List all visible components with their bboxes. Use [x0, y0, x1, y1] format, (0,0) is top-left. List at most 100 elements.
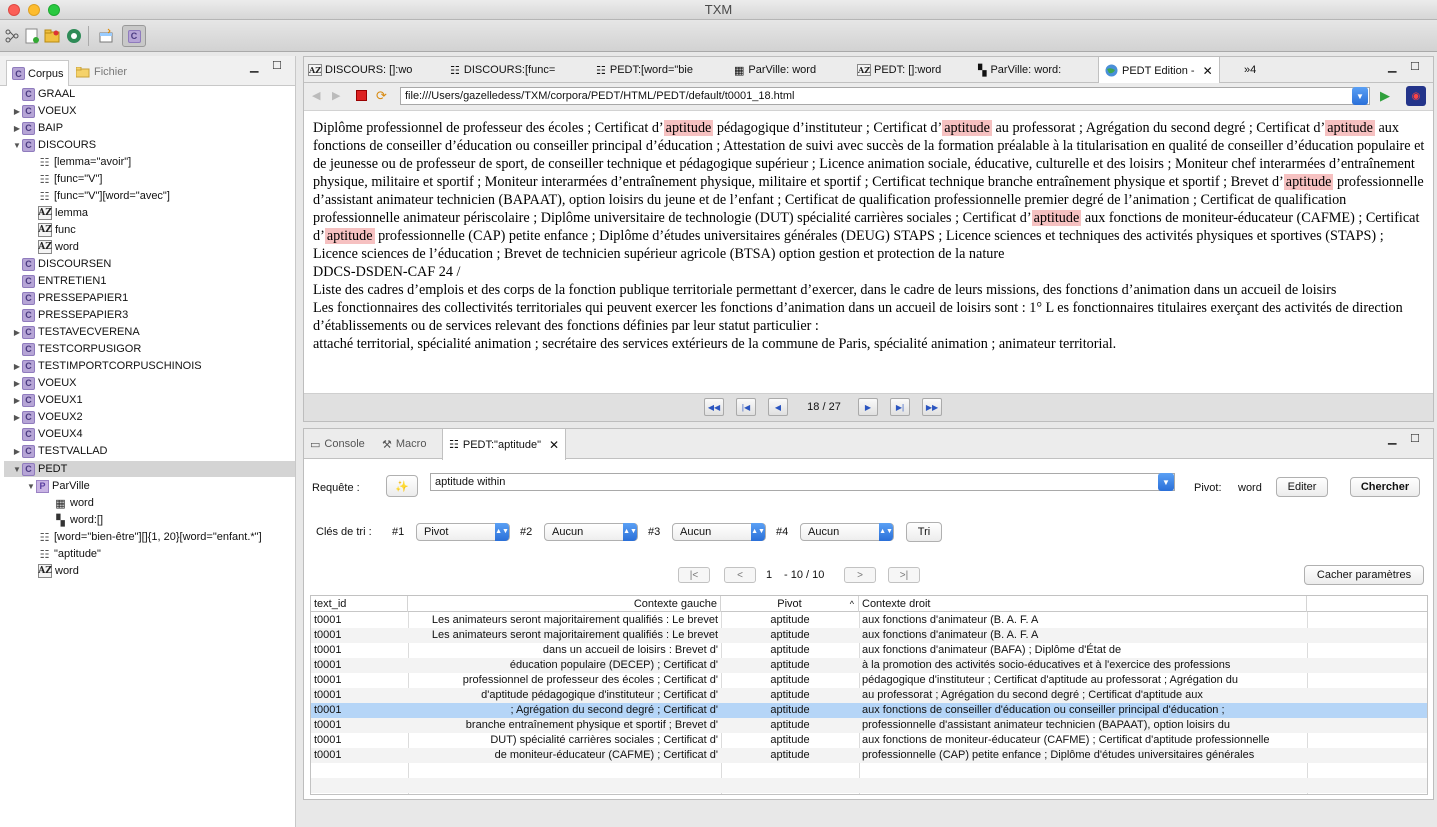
tree-node-entretien1[interactable]: C ENTRETIEN1	[12, 273, 106, 289]
table-row[interactable]: t0001 Les animateurs seront majoritaireme…	[311, 613, 1427, 628]
go-icon[interactable]: ▶	[1380, 88, 1390, 104]
last-page-button[interactable]: >|	[888, 567, 920, 583]
tree-node-voeux4[interactable]: C VOEUX4	[12, 426, 83, 442]
maximize-icon[interactable]: ☐	[1410, 432, 1420, 445]
first-page-button[interactable]: |◀	[736, 398, 756, 416]
eclipse-icon[interactable]: ◉	[1406, 86, 1426, 106]
sort-key-4-select[interactable]: Aucun ▲▼	[800, 523, 894, 541]
tree-node-voeux1[interactable]: ▶ C VOEUX1	[12, 392, 83, 408]
tab-parville-specif[interactable]: ▚ ParVille: word:	[978, 57, 1061, 83]
tab-concordance[interactable]: ☷ PEDT:"aptitude" ✕	[442, 429, 567, 460]
tree-node-voeux[interactable]: ▶ C VOEUX	[12, 103, 77, 119]
table-row[interactable]: t0001 Les animateurs seront majoritaireme…	[311, 628, 1427, 643]
sort-key-3-select[interactable]: Aucun ▲▼	[672, 523, 766, 541]
tree-node-index[interactable]: AZ word	[38, 563, 79, 579]
previous-page-button[interactable]: <	[724, 567, 756, 583]
first-text-button[interactable]: ◀◀	[704, 398, 724, 416]
column-header-text-id[interactable]: text_id	[311, 596, 408, 612]
sort-key-1-select[interactable]: Pivot ▲▼	[416, 523, 510, 541]
maximize-icon[interactable]: ☐	[272, 59, 282, 72]
tree-node-testcorpusigor[interactable]: C TESTCORPUSIGOR	[12, 341, 141, 357]
tree-node-testimportcorpuschinois[interactable]: ▶ C TESTIMPORTCORPUSCHINOIS	[12, 358, 202, 374]
perspective-icon[interactable]	[96, 26, 116, 46]
next-page-button[interactable]: >	[844, 567, 876, 583]
close-tab-icon[interactable]: ✕	[549, 438, 559, 452]
table-row[interactable]: t0001 branche entraînement physique et sp…	[311, 718, 1427, 733]
tree-node-lexical-table[interactable]: ▦ word	[54, 495, 94, 511]
minimize-icon[interactable]: ▁	[250, 60, 258, 73]
tab-corpus[interactable]: C Corpus	[6, 60, 70, 86]
tree-node-parville[interactable]: ▼ P ParVille	[26, 478, 90, 494]
last-text-button[interactable]: ▶▶	[922, 398, 942, 416]
minimize-icon[interactable]: ▁	[1388, 60, 1396, 73]
column-header-pivot[interactable]: Pivot ^	[721, 596, 859, 612]
table-row[interactable]: t0001 professionnel de professeur des éco…	[311, 673, 1427, 688]
highlighted-word[interactable]: aptitude	[663, 120, 714, 136]
minimize-window-button[interactable]	[28, 4, 40, 16]
tab-pedt-index[interactable]: AZ PEDT: []:word	[857, 57, 941, 83]
sort-key-2-select[interactable]: Aucun ▲▼	[544, 523, 638, 541]
tab-parville-word[interactable]: ▦ ParVille: word	[734, 57, 816, 83]
tree-node-query[interactable]: ☷ [word="bien-être"][]{1, 20}[word="enfan…	[38, 529, 262, 545]
highlighted-word[interactable]: aptitude	[1325, 120, 1375, 136]
sort-button[interactable]: Tri	[906, 522, 942, 542]
table-row[interactable]: t0001 de moniteur-éducateur (CAFME) ; Cer…	[311, 748, 1427, 763]
new-file-icon[interactable]	[22, 26, 42, 46]
next-page-button[interactable]: ▶	[858, 398, 878, 416]
tab-overflow[interactable]: »4	[1244, 57, 1256, 83]
refresh-icon[interactable]: ⟳	[376, 88, 387, 104]
table-row[interactable]: t0001 dans un accueil de loisirs : Brevet…	[311, 643, 1427, 658]
tree-node-index[interactable]: AZ lemma	[38, 205, 88, 221]
edit-button[interactable]: Editer	[1276, 477, 1328, 497]
url-input[interactable]: file:///Users/gazelledess/TXM/corpora/PE…	[400, 87, 1370, 105]
query-dropdown-icon[interactable]: ▼	[1158, 473, 1174, 491]
last-page-button[interactable]: ▶|	[890, 398, 910, 416]
tree-node-index[interactable]: AZ word	[38, 239, 79, 255]
column-header-right-context[interactable]: Contexte droit	[859, 596, 1307, 612]
tree-node-query[interactable]: ☷ [lemma="avoir"]	[38, 154, 132, 170]
previous-page-button[interactable]: ◀	[768, 398, 788, 416]
column-header-left-context[interactable]: Contexte gauche	[408, 596, 721, 612]
tab-macro[interactable]: ⚒ Macro	[382, 429, 426, 459]
close-tab-icon[interactable]: ✕	[1203, 64, 1213, 78]
highlighted-word[interactable]: aptitude	[324, 228, 375, 244]
stop-icon[interactable]	[356, 90, 367, 101]
table-row[interactable]: t0001 ; Agrégation du second degré ; Cert…	[311, 703, 1427, 718]
table-row[interactable]: t0001 éducation populaire (DECEP) ; Certi…	[311, 658, 1427, 673]
txm-perspective-icon[interactable]: C	[122, 25, 146, 47]
table-row[interactable]: t0001 DUT) spécialité carrières sociales …	[311, 733, 1427, 748]
maximize-icon[interactable]: ☐	[1410, 60, 1420, 73]
table-row[interactable]: t0001 d'aptitude pédagogique d'instituteu…	[311, 688, 1427, 703]
tree-node-query[interactable]: ☷ [func="V"][word="avec"]	[38, 188, 170, 204]
tree-node-voeux-2[interactable]: ▶ C VOEUX	[12, 375, 77, 391]
first-page-button[interactable]: |<	[678, 567, 710, 583]
tab-discours-word[interactable]: AZ DISCOURS: []:wo	[308, 57, 412, 83]
highlighted-word[interactable]: aptitude	[942, 120, 992, 136]
tab-discours-func[interactable]: ☷ DISCOURS:[func=	[450, 57, 555, 83]
hide-parameters-button[interactable]: Cacher paramètres	[1304, 565, 1424, 585]
tree-node-voeux2[interactable]: ▶ C VOEUX2	[12, 409, 83, 425]
close-window-button[interactable]	[8, 4, 20, 16]
highlighted-word[interactable]: aptitude	[1283, 174, 1334, 190]
tab-pedt-word[interactable]: ☷ PEDT:[word="bie	[596, 57, 693, 83]
open-folder-icon[interactable]	[42, 26, 62, 46]
forward-icon[interactable]: ▶	[332, 89, 340, 102]
tab-pedt-edition[interactable]: PEDT Edition - ✕	[1098, 57, 1220, 84]
tree-node-query[interactable]: ☷ [func="V"]	[38, 171, 103, 187]
tree-node-pressepapier3[interactable]: C PRESSEPAPIER3	[12, 307, 128, 323]
zoom-window-button[interactable]	[48, 4, 60, 16]
tree-view-icon[interactable]	[2, 26, 22, 46]
tree-node-index[interactable]: AZ func	[38, 222, 76, 238]
tree-node-testvallad[interactable]: ▶ C TESTVALLAD	[12, 443, 108, 459]
tree-node-testavecverena[interactable]: ▶ C TESTAVECVERENA	[12, 324, 140, 340]
tab-console[interactable]: ▭ Console	[310, 429, 365, 459]
search-button[interactable]: Chercher	[1350, 477, 1420, 497]
web-icon[interactable]	[64, 26, 84, 46]
tree-node-query[interactable]: ☷ "aptitude"	[38, 546, 101, 562]
tree-node-graal[interactable]: C GRAAL	[12, 86, 75, 102]
tree-node-discours[interactable]: ▼ C DISCOURS	[12, 137, 96, 153]
url-dropdown-icon[interactable]: ▼	[1352, 87, 1368, 105]
minimize-icon[interactable]: ▁	[1388, 432, 1396, 445]
query-assistant-button[interactable]: ✨	[386, 475, 418, 497]
tree-node-specificities[interactable]: ▚ word:[]	[54, 512, 103, 528]
